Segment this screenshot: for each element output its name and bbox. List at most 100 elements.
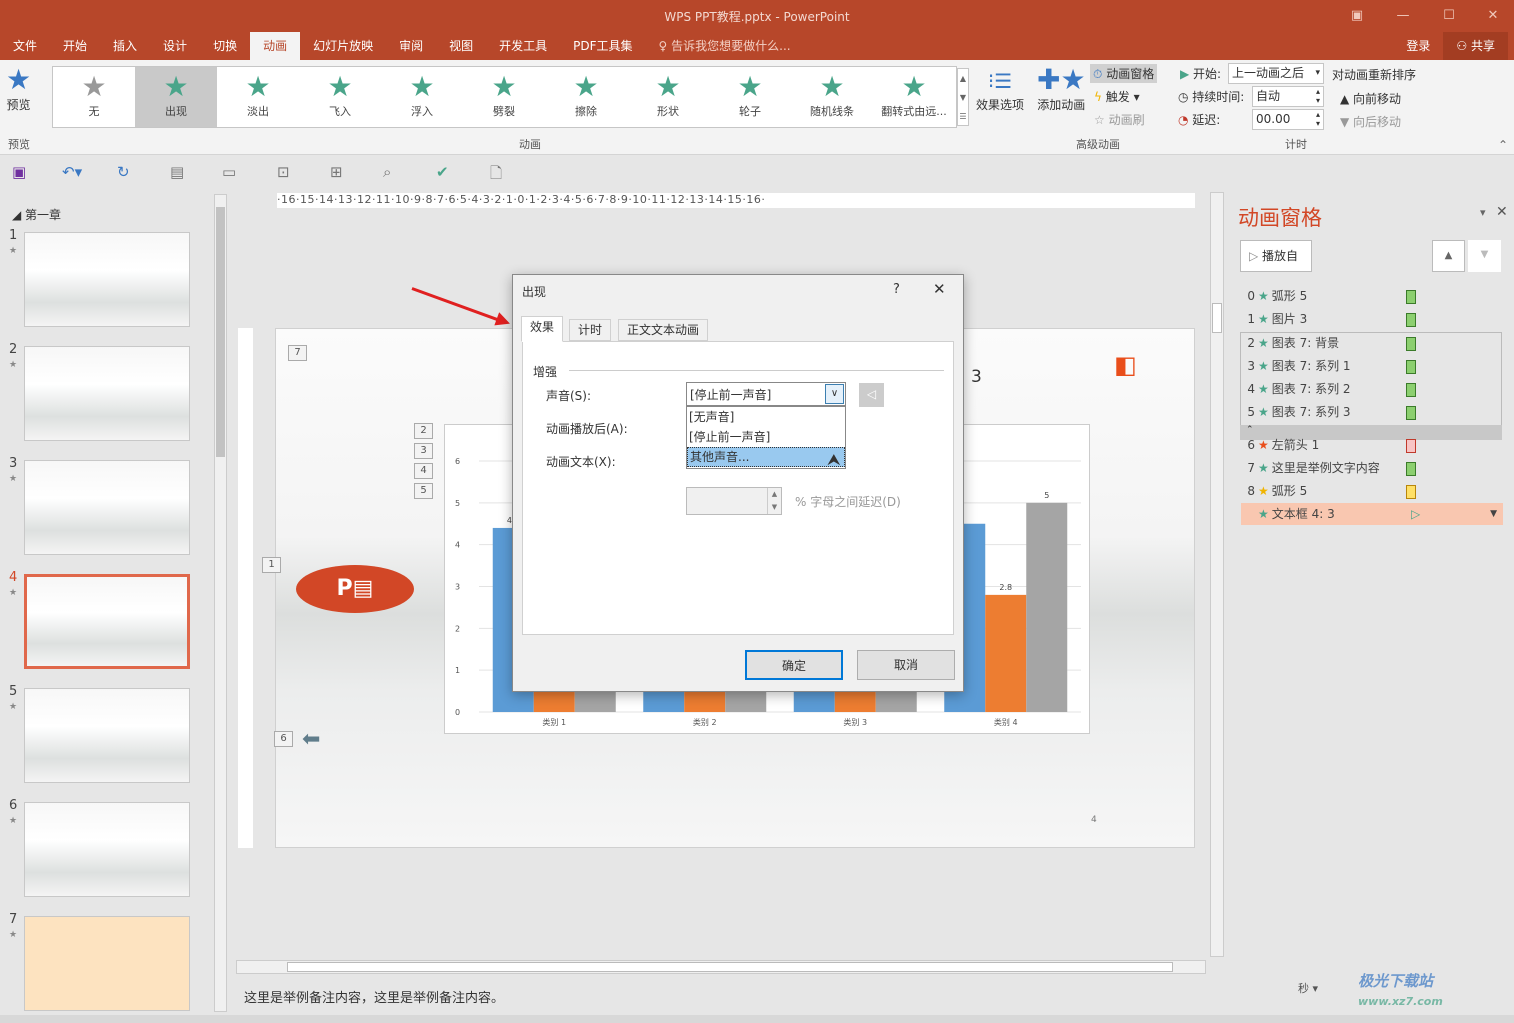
- start-select[interactable]: 上一动画之后 ▾: [1228, 63, 1324, 84]
- help-button[interactable]: ?: [893, 282, 900, 297]
- login-link[interactable]: 登录: [1393, 32, 1443, 60]
- letter-delay-stepper[interactable]: ▲ ▼: [686, 487, 782, 515]
- slide-thumbnail[interactable]: [24, 688, 190, 783]
- new-slide-icon[interactable]: ▤: [170, 163, 184, 181]
- animation-list-item[interactable]: 0 ★ 弧形 5: [1241, 285, 1503, 307]
- share-button[interactable]: ⚇ 共享: [1443, 32, 1508, 60]
- sound-option-stop-previous[interactable]: [停止前一声音]: [687, 427, 845, 447]
- tab-transitions[interactable]: 切换: [200, 32, 250, 60]
- move-later-button[interactable]: ▼ 向后移动: [1340, 113, 1401, 130]
- tab-animations[interactable]: 动画: [250, 32, 301, 60]
- animation-option[interactable]: ★ 形状: [627, 67, 709, 127]
- seconds-dropdown[interactable]: 秒 ▾: [1298, 980, 1318, 996]
- speaker-icon[interactable]: ◁: [859, 383, 884, 407]
- print-preview-icon[interactable]: ⌕: [383, 163, 391, 181]
- animation-list-item[interactable]: 5 ★ 图表 7: 系列 3: [1241, 401, 1503, 423]
- link-file-icon[interactable]: 🗋: [490, 163, 502, 188]
- maximize-button[interactable]: ☐: [1426, 0, 1472, 32]
- slide-thumbnail[interactable]: [24, 802, 190, 897]
- animation-list-item[interactable]: 7 ★ 这里是举例文字内容: [1241, 457, 1503, 479]
- add-animation-button[interactable]: ✚★ 添加动画: [1037, 64, 1086, 113]
- dialog-close-icon[interactable]: ✕: [933, 280, 946, 298]
- sound-label: 声音(S):: [546, 389, 592, 403]
- animation-list-item[interactable]: 2 ★ 图表 7: 背景: [1241, 332, 1503, 354]
- animation-option[interactable]: ★ 轮子: [709, 67, 791, 127]
- animation-option[interactable]: ★ 翻转式由远...: [873, 67, 955, 127]
- pane-close-icon[interactable]: ✕: [1496, 204, 1508, 220]
- slide-thumbnail[interactable]: [24, 232, 190, 327]
- animation-option[interactable]: ★ 淡出: [217, 67, 299, 127]
- pane-options-icon[interactable]: ▾: [1480, 206, 1486, 219]
- animation-option[interactable]: ★ 擦除: [545, 67, 627, 127]
- tab-file[interactable]: 文件: [0, 32, 50, 60]
- close-button[interactable]: ✕: [1470, 0, 1514, 32]
- slide-thumbnail[interactable]: [24, 346, 190, 441]
- layout-icon[interactable]: ▭: [222, 163, 236, 181]
- gallery-scroll[interactable]: ▲ ▼ ☰: [957, 68, 969, 126]
- notes-pane[interactable]: 这里是举例备注内容，这里是举例备注内容。: [232, 975, 1222, 1015]
- chevron-down-icon[interactable]: ∨: [825, 384, 844, 404]
- animation-option[interactable]: ★ 劈裂: [463, 67, 545, 127]
- move-down-button[interactable]: ▼: [1468, 240, 1501, 272]
- sound-select[interactable]: [停止前一声音] ∨: [686, 382, 846, 406]
- tab-review[interactable]: 审阅: [386, 32, 436, 60]
- tab-developer[interactable]: 开发工具: [486, 32, 560, 60]
- slideshow-icon[interactable]: ⊡: [277, 163, 290, 181]
- animation-option[interactable]: ★ 随机线条: [791, 67, 873, 127]
- slide-thumbnail[interactable]: [24, 574, 190, 669]
- slide-thumbnail[interactable]: [24, 916, 190, 1011]
- delay-stepper[interactable]: 00.00 ▴ ▾: [1252, 109, 1324, 130]
- tab-text-animation[interactable]: 正文文本动画: [618, 319, 709, 341]
- vertical-scrollbar[interactable]: [1210, 192, 1224, 957]
- ok-button[interactable]: 确定: [745, 650, 843, 680]
- tab-timing[interactable]: 计时: [569, 319, 612, 341]
- preview-star-icon: ★: [6, 63, 32, 96]
- text-box-3[interactable]: 3: [971, 367, 982, 387]
- animation-option[interactable]: ★ 飞入: [299, 67, 381, 127]
- slide-thumbnail[interactable]: [24, 460, 190, 555]
- sound-option-none[interactable]: [无声音]: [687, 407, 845, 427]
- animation-list-item[interactable]: ★ 文本框 4: 3 ▷ ▼: [1241, 503, 1503, 525]
- duration-stepper[interactable]: 自动 ▴ ▾: [1252, 86, 1324, 107]
- move-earlier-button[interactable]: ▲ 向前移动: [1340, 90, 1401, 107]
- animation-option[interactable]: ★ 出现: [135, 67, 217, 127]
- thumbnail-scrollbar[interactable]: [214, 194, 227, 1012]
- tab-design[interactable]: 设计: [150, 32, 200, 60]
- tab-slideshow[interactable]: 幻灯片放映: [300, 32, 386, 60]
- animation-list-item[interactable]: 1 ★ 图片 3: [1241, 308, 1503, 330]
- animation-list-item[interactable]: 3 ★ 图表 7: 系列 1: [1241, 355, 1503, 377]
- minimize-button[interactable]: —: [1380, 0, 1426, 32]
- collapse-ribbon-icon[interactable]: ⌃: [1498, 138, 1508, 152]
- left-arrow-shape[interactable]: ⬅: [302, 727, 320, 752]
- undo-icon[interactable]: ↶▾: [62, 163, 82, 181]
- sound-option-other[interactable]: 其他声音...: [687, 447, 845, 467]
- play-from-button[interactable]: ▷ 播放自: [1240, 240, 1312, 272]
- save-icon[interactable]: ▣: [12, 163, 26, 181]
- tab-pdf[interactable]: PDF工具集: [560, 32, 645, 60]
- animation-option[interactable]: ★ 无: [53, 67, 135, 127]
- slide-number: 5: [9, 684, 18, 699]
- check-icon[interactable]: ✔: [436, 163, 449, 181]
- animation-pane-button[interactable]: ⏱ 动画窗格: [1090, 64, 1158, 83]
- effect-options-button[interactable]: ⁝☰ 效果选项: [976, 66, 1024, 113]
- ribbon-display-icon[interactable]: ▣: [1334, 0, 1380, 32]
- animation-list-item[interactable]: 8 ★ 弧形 5: [1241, 480, 1503, 502]
- redo-icon[interactable]: ↻: [117, 163, 130, 181]
- animation-list-item[interactable]: 6 ★ 左箭头 1: [1241, 434, 1503, 456]
- animation-option[interactable]: ★ 浮入: [381, 67, 463, 127]
- animation-list-item[interactable]: 4 ★ 图表 7: 系列 2: [1241, 378, 1503, 400]
- trigger-button[interactable]: ϟ 触发 ▾: [1094, 88, 1140, 105]
- section-header[interactable]: ◢ 第一章: [12, 206, 61, 223]
- tab-insert[interactable]: 插入: [100, 32, 150, 60]
- move-up-button[interactable]: ▲: [1432, 240, 1465, 272]
- animation-painter-button[interactable]: ☆ 动画刷: [1094, 111, 1145, 128]
- tab-effect[interactable]: 效果: [521, 316, 564, 342]
- cancel-button[interactable]: 取消: [857, 650, 955, 680]
- presenter-icon[interactable]: ⊞: [330, 163, 343, 181]
- tab-view[interactable]: 视图: [436, 32, 486, 60]
- preview-button[interactable]: ★ 预览: [6, 64, 31, 113]
- tab-home[interactable]: 开始: [50, 32, 100, 60]
- horizontal-scrollbar[interactable]: [236, 960, 1206, 974]
- tell-me-search[interactable]: ♀ 告诉我您想要做什么...: [646, 32, 804, 60]
- powerpoint-logo[interactable]: P▤: [296, 565, 414, 613]
